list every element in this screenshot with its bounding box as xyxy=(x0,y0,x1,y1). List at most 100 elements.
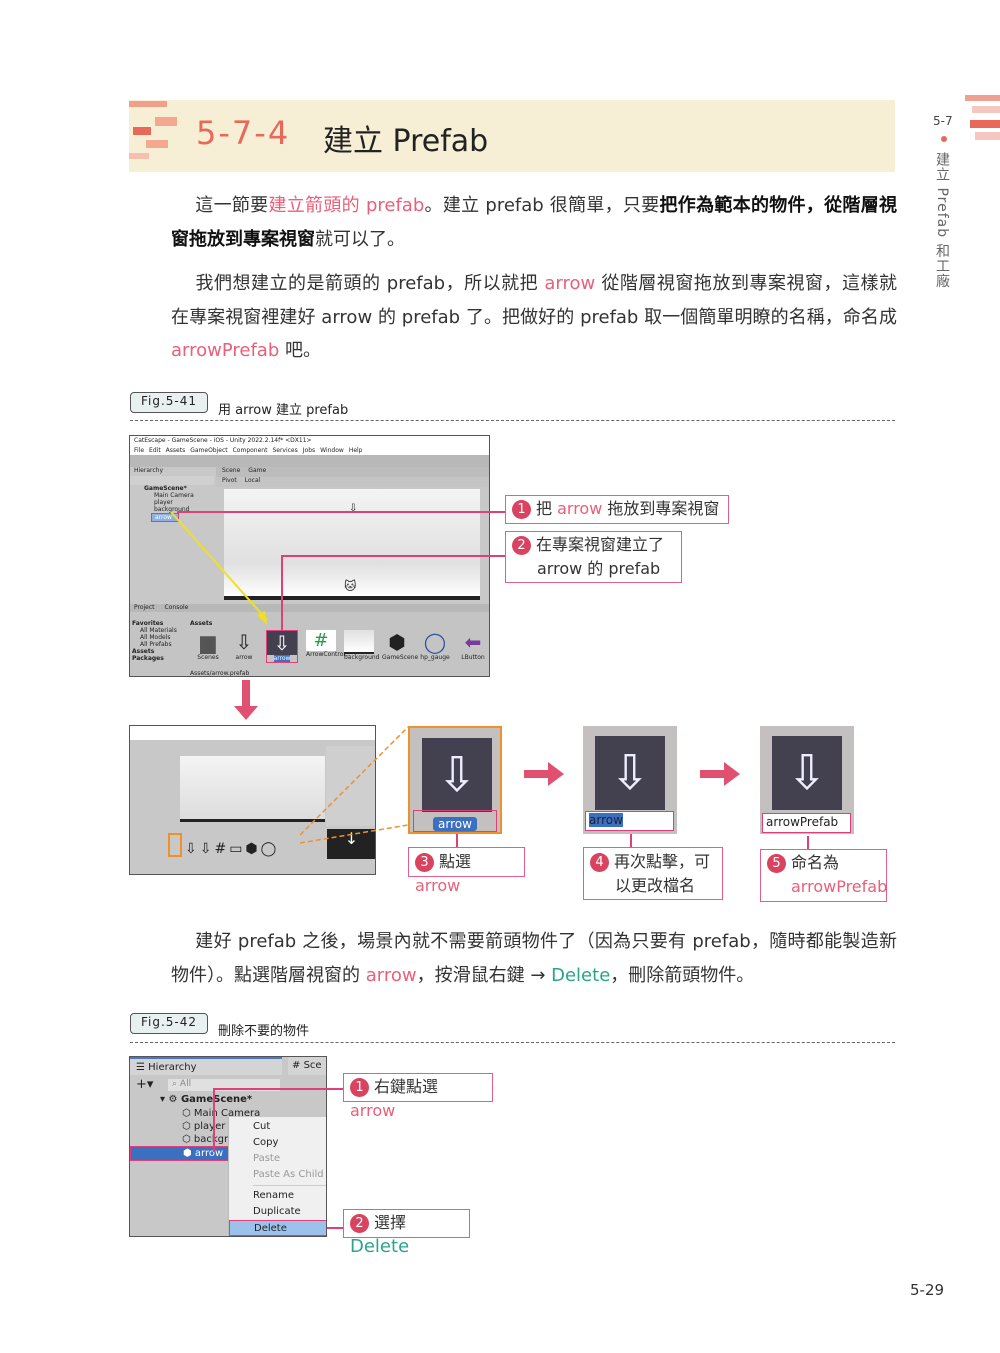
zoom-lines xyxy=(300,726,409,844)
item-label: backgr xyxy=(193,1134,229,1145)
highlight-text: arrowPrefab xyxy=(791,877,888,896)
text: 吧。 xyxy=(279,340,321,361)
step-number: 2 xyxy=(512,536,531,555)
callout-line xyxy=(807,836,809,849)
paragraph-intro: 這一節要建立箭頭的 prefab。建立 prefab 很簡單，只要把作為範本的物… xyxy=(171,189,897,256)
hierarchy-item-arrow-selected[interactable]: ⬢ arrow xyxy=(130,1146,230,1161)
text: 選擇 xyxy=(374,1213,407,1232)
text: 拖放到專案視窗 xyxy=(602,499,720,518)
callout-step3: 3 點選 arrow xyxy=(408,847,525,895)
side-decor xyxy=(972,106,1000,113)
step-number: 4 xyxy=(590,853,609,872)
context-menu: Cut Copy Paste Paste As Child Rename Dup… xyxy=(228,1117,326,1236)
menu-delete[interactable]: Delete xyxy=(229,1220,326,1236)
step-number: 5 xyxy=(767,854,786,873)
hierarchy-item[interactable]: ⬡ backgr xyxy=(182,1133,228,1147)
selected-text: arrow xyxy=(589,813,623,827)
highlight-text: arrowPrefab xyxy=(171,340,280,361)
callout-line xyxy=(177,511,505,513)
right-arrow-head xyxy=(724,762,740,786)
decor-bar xyxy=(146,140,168,148)
highlight-text: arrow xyxy=(365,964,417,986)
side-chapter-title: 建立 Prefab 和工廠 xyxy=(934,152,950,289)
highlight-text: Delete xyxy=(350,1236,410,1257)
step3-panel: ⇩ arrow xyxy=(408,726,502,834)
text: ，刪除箭頭物件。 xyxy=(610,964,755,986)
decor-bar xyxy=(129,101,167,107)
step-number: 1 xyxy=(350,1078,369,1097)
step-number: 2 xyxy=(350,1214,369,1233)
callout-line xyxy=(327,1227,343,1229)
scene-tab[interactable]: # Sce xyxy=(288,1057,326,1075)
right-arrow-icon xyxy=(524,770,548,778)
callout-line xyxy=(456,834,458,847)
menu-copy[interactable]: Copy xyxy=(229,1135,326,1151)
decor-bar xyxy=(155,117,177,126)
figure-label: Fig.5-41 xyxy=(130,392,209,413)
menu-duplicate[interactable]: Duplicate xyxy=(229,1204,326,1220)
menu-rename[interactable]: Rename xyxy=(229,1188,326,1204)
add-button[interactable]: +▾ xyxy=(136,1077,153,1092)
menu-separator xyxy=(253,1185,326,1186)
scene-tab-label: Sce xyxy=(303,1060,322,1071)
arrow-prefab-icon: ⇩ xyxy=(772,736,842,810)
callout-line xyxy=(213,1088,215,1152)
callout-select-delete: 2 選擇 Delete xyxy=(343,1209,470,1257)
section-title: 建立 Prefab xyxy=(323,124,489,159)
callout-drag: 1把 arrow 拖放到專案視窗 xyxy=(505,495,729,524)
figure-caption: 用 arrow 建立 prefab xyxy=(218,403,349,418)
text: 命名為 xyxy=(791,853,840,872)
side-chapter-number: 5-7 xyxy=(933,114,953,128)
side-decor xyxy=(970,120,1000,128)
text: 以更改檔名 xyxy=(615,876,696,895)
step-number: 1 xyxy=(512,500,531,519)
rename-field[interactable]: arrow xyxy=(585,811,674,831)
item-label: player xyxy=(193,1121,226,1132)
callout-line xyxy=(630,834,632,847)
drag-line xyxy=(170,511,268,621)
text: 把 xyxy=(536,499,558,518)
callout-line xyxy=(281,555,505,557)
drag-indicator xyxy=(170,511,268,625)
highlight-text: arrow xyxy=(557,499,603,518)
drag-arrowhead xyxy=(257,611,267,625)
scene-root-label: GameScene* xyxy=(180,1094,253,1105)
right-arrow-icon xyxy=(700,770,724,778)
callout-right-click: 1 右鍵點選 arrow xyxy=(343,1073,493,1120)
highlight-text: arrow xyxy=(350,1101,396,1120)
paragraph-arrow-prefab: 我們想建立的是箭頭的 prefab，所以就把 arrow 從階層視窗拖放到專案視… xyxy=(171,267,897,368)
side-dot xyxy=(941,136,947,142)
text: 這一節要 xyxy=(195,195,269,216)
hierarchy-item[interactable]: ⬡ player xyxy=(182,1120,225,1134)
highlight-text: Delete xyxy=(551,964,611,986)
paragraph-delete: 建好 prefab 之後，場景內就不需要箭頭物件了（因為只要有 prefab，隨… xyxy=(171,925,897,992)
page-number: 5-29 xyxy=(910,1281,945,1299)
menu-paste: Paste xyxy=(253,1153,280,1164)
highlight-text: arrow xyxy=(544,273,596,294)
text: 我們想建立的是箭頭的 prefab，所以就把 xyxy=(195,273,545,294)
step-number: 3 xyxy=(415,853,434,872)
rename-field[interactable]: arrowPrefab xyxy=(762,813,851,833)
side-decor xyxy=(965,95,1000,101)
name-label-box: arrow xyxy=(413,810,497,832)
callout-line xyxy=(281,555,283,630)
arrow-prefab-icon: ⇩ xyxy=(595,736,665,810)
scene-root[interactable]: ▾ ⚙ GameScene* xyxy=(160,1093,252,1107)
asset-name-label[interactable]: arrow xyxy=(433,817,477,831)
down-arrow-head xyxy=(234,706,258,720)
figure-label: Fig.5-42 xyxy=(130,1013,209,1034)
arrow-prefab-icon: ⇩ xyxy=(422,738,492,812)
hierarchy-context-screenshot: ☰ Hierarchy # Sce +▾ ⌕ All ▾ ⚙ GameScene… xyxy=(129,1056,327,1237)
menu-cut[interactable]: Cut xyxy=(229,1119,326,1135)
menu-paste-as-child: Paste As Child xyxy=(253,1169,324,1180)
text: arrow 的 prefab xyxy=(537,559,661,578)
divider xyxy=(130,1042,895,1043)
divider xyxy=(130,420,895,421)
callout-prefab-created: 2 在專案視窗建立了 arrow 的 prefab xyxy=(505,531,682,583)
text: 在專案視窗建立了 xyxy=(536,535,665,554)
hierarchy-tab[interactable]: ☰ Hierarchy xyxy=(130,1057,282,1075)
hierarchy-tab-label: Hierarchy xyxy=(148,1062,197,1073)
text: 再次點擊，可 xyxy=(614,852,711,871)
step5-panel: ⇩ arrowPrefab xyxy=(760,726,854,834)
down-arrow-icon xyxy=(242,680,250,708)
